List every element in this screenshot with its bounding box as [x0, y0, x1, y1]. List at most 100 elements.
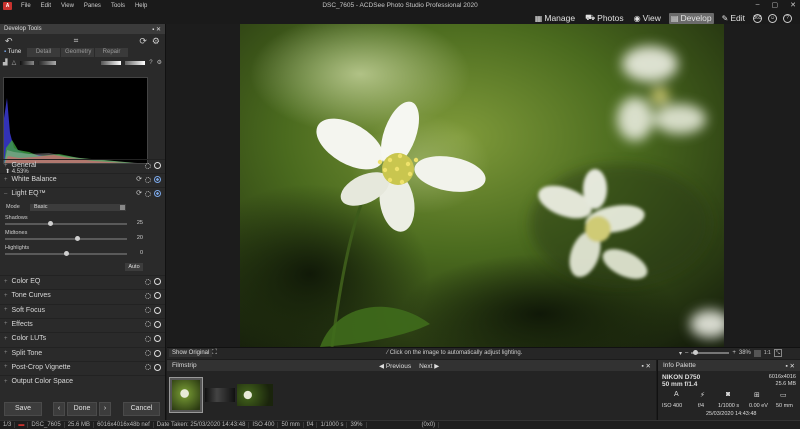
toggle-icon[interactable] — [154, 363, 161, 371]
shadows-value[interactable]: 25 — [123, 220, 143, 226]
gear-icon[interactable] — [145, 176, 151, 183]
toggle-icon[interactable] — [154, 292, 161, 300]
section-effects[interactable]: + Effects — [0, 317, 165, 330]
highlights-value[interactable]: 0 — [123, 250, 143, 256]
filmstrip-close-icon[interactable]: ▪ ✕ — [641, 362, 651, 370]
gradient-toggle-4[interactable] — [125, 60, 146, 65]
previous-arrow-icon[interactable]: ‹ — [53, 402, 65, 416]
undo-icon[interactable]: ↶ — [5, 36, 13, 47]
next-arrow-icon[interactable]: › — [99, 402, 111, 416]
menu-panes[interactable]: Panes — [79, 3, 106, 9]
filmstrip-previous-link[interactable]: ◀ Previous — [379, 362, 411, 370]
mode-edit[interactable]: ✎ Edit — [720, 13, 747, 24]
tab-geometry[interactable]: Geometry — [61, 48, 94, 57]
menu-edit[interactable]: Edit — [36, 3, 56, 9]
histogram-icon[interactable]: ▟ — [3, 59, 8, 66]
tab-detail[interactable]: Detail — [27, 48, 60, 57]
show-original-button[interactable]: Show Original — [169, 349, 213, 357]
zoom-in-icon[interactable]: + — [732, 350, 736, 356]
gradient-toggle-2[interactable] — [38, 60, 57, 65]
section-soft-focus[interactable]: + Soft Focus — [0, 303, 165, 316]
reset-icon[interactable]: ⟳ — [136, 176, 142, 183]
toggle-on-icon[interactable] — [154, 176, 161, 183]
help-icon[interactable]: ? — [783, 13, 792, 23]
photo-canvas[interactable] — [240, 24, 724, 347]
toggle-icon[interactable] — [154, 335, 161, 343]
toggle-icon[interactable] — [154, 320, 161, 328]
settings-icon[interactable]: ⚙ — [152, 36, 160, 47]
toggle-icon[interactable] — [154, 349, 161, 357]
shadows-slider-knob[interactable] — [48, 221, 54, 226]
toggle-on-icon[interactable] — [154, 190, 161, 197]
gear-icon[interactable] — [145, 190, 151, 197]
gear-icon[interactable] — [145, 292, 151, 299]
section-general[interactable]: + General — [0, 159, 165, 171]
minimize-button[interactable]: – — [756, 1, 760, 9]
filmstrip-thumbnail[interactable] — [169, 377, 203, 413]
menu-view[interactable]: View — [56, 3, 79, 9]
image-viewer[interactable] — [167, 24, 800, 347]
menu-file[interactable]: File — [16, 3, 36, 9]
toggle-icon[interactable] — [154, 162, 161, 169]
fit-icon[interactable]: ⤡ — [773, 349, 782, 357]
mode-manage[interactable]: ▦ Manage — [533, 13, 577, 24]
filmstrip-next-link[interactable]: Next ▶ — [419, 362, 439, 370]
dropdown-icon[interactable]: ▾ — [679, 350, 682, 357]
section-post-crop-vignette[interactable]: + Post-Crop Vignette — [0, 360, 165, 373]
auto-button[interactable]: Auto — [125, 263, 143, 271]
close-button[interactable]: ✕ — [790, 1, 796, 9]
maximize-button[interactable]: ▢ — [772, 1, 779, 9]
reset-icon[interactable]: ⟳ — [136, 190, 142, 197]
midtones-slider[interactable] — [5, 236, 127, 241]
highlights-slider-knob[interactable] — [63, 251, 69, 256]
section-white-balance[interactable]: + White Balance ⟳ — [0, 173, 165, 185]
section-output-color-space[interactable]: + Output Color Space — [0, 375, 165, 387]
zoom-value[interactable]: 38% — [739, 350, 751, 356]
info-palette-close-icon[interactable]: ▪ ✕ — [785, 362, 795, 370]
gear-icon[interactable] — [145, 307, 151, 314]
filmstrip-thumbnail[interactable] — [205, 388, 235, 402]
mode-view[interactable]: ◉ View — [632, 13, 663, 24]
focus-icon[interactable]: ⌗ — [74, 36, 79, 46]
section-tone-curves[interactable]: + Tone Curves — [0, 289, 165, 301]
gear-icon[interactable] — [145, 278, 151, 285]
cancel-button[interactable]: Cancel — [123, 402, 160, 416]
panel-controls[interactable]: ▪ ✕ — [152, 26, 161, 33]
tab-repair[interactable]: Repair — [95, 48, 128, 57]
section-split-tone[interactable]: + Split Tone — [0, 346, 165, 359]
mode-select[interactable]: Basic — [30, 204, 126, 211]
gear-icon[interactable] — [145, 162, 151, 169]
section-color-luts[interactable]: + Color LUTs — [0, 332, 165, 344]
mode-photos[interactable]: ⛟ Photos — [583, 13, 626, 24]
done-button[interactable]: Done — [67, 402, 97, 416]
menu-tools[interactable]: Tools — [106, 3, 130, 9]
section-light-eq[interactable]: – Light EQ™ ⟳ — [0, 187, 165, 199]
panel-settings-icon[interactable]: ⚙ — [157, 59, 162, 66]
user-icon[interactable]: ☺ — [768, 13, 777, 23]
gear-icon[interactable] — [145, 350, 151, 356]
toggle-icon[interactable] — [154, 306, 161, 314]
gear-icon[interactable] — [145, 364, 151, 371]
gear-icon[interactable] — [145, 335, 151, 342]
highlights-slider[interactable] — [5, 251, 127, 256]
shadows-slider[interactable] — [5, 221, 127, 226]
365-icon[interactable]: 365 — [753, 13, 762, 23]
zoom-slider[interactable] — [691, 350, 730, 355]
midtones-slider-knob[interactable] — [75, 236, 81, 241]
filmstrip-thumbnail[interactable] — [237, 384, 273, 406]
zoom-slider-knob[interactable] — [693, 350, 699, 355]
actual-size-button[interactable]: 1:1 — [764, 350, 771, 356]
gradient-toggle-3[interactable] — [101, 60, 122, 65]
fullscreen-icon[interactable]: ⛶ — [212, 349, 217, 357]
help-small-icon[interactable]: ? — [149, 60, 152, 66]
save-button[interactable]: Save — [4, 402, 42, 416]
tab-tune[interactable]: ▪ Tune — [0, 48, 26, 57]
zoom-out-icon[interactable]: – — [685, 350, 688, 356]
zoom-menu-icon[interactable] — [753, 349, 761, 357]
toggle-icon[interactable] — [154, 278, 161, 285]
warning-icon[interactable]: △ — [12, 59, 17, 66]
section-color-eq[interactable]: + Color EQ — [0, 275, 165, 287]
mode-develop[interactable]: ▤ Develop — [668, 12, 714, 24]
menu-help[interactable]: Help — [130, 3, 152, 9]
gradient-toggle-1[interactable] — [20, 60, 35, 65]
